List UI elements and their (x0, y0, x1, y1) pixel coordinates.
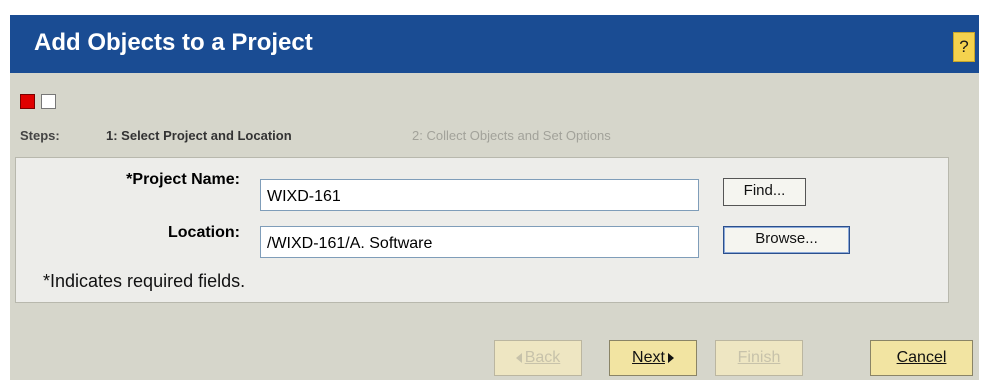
next-button-label: Next (632, 349, 665, 366)
cancel-button[interactable]: Cancel (870, 340, 973, 376)
step-2-label: 2: Collect Objects and Set Options (412, 128, 611, 143)
next-arrow-icon (667, 352, 674, 363)
form-panel: *Project Name: Find... Location: Browse.… (15, 157, 949, 303)
wizard-window: Add Objects to a Project ? Steps: 1: Sele… (10, 15, 979, 380)
required-fields-note: *Indicates required fields. (43, 271, 246, 291)
step-2-indicator-icon (41, 94, 56, 109)
step-1-label: 1: Select Project and Location (106, 128, 292, 143)
location-label: Location: (168, 224, 240, 241)
window-title: Add Objects to a Project (34, 29, 313, 56)
project-name-label: *Project Name: (126, 171, 240, 188)
location-input[interactable] (260, 226, 699, 258)
title-bar: Add Objects to a Project ? (10, 15, 979, 73)
cancel-button-label: Cancel (896, 349, 947, 366)
back-button: Back (494, 340, 582, 376)
step-1-indicator-icon (20, 94, 35, 109)
steps-row: Steps: 1: Select Project and Location 2: C… (20, 128, 611, 143)
project-name-input[interactable] (260, 179, 699, 211)
find-button[interactable]: Find... (723, 178, 806, 206)
back-button-label: Back (524, 349, 561, 366)
finish-button-label: Finish (737, 349, 781, 366)
steps-label: Steps: (20, 128, 60, 143)
help-button[interactable]: ? (953, 32, 975, 62)
finish-button: Finish (715, 340, 803, 376)
next-button[interactable]: Next (609, 340, 697, 376)
back-arrow-icon (515, 352, 522, 363)
browse-button[interactable]: Browse... (723, 226, 850, 254)
